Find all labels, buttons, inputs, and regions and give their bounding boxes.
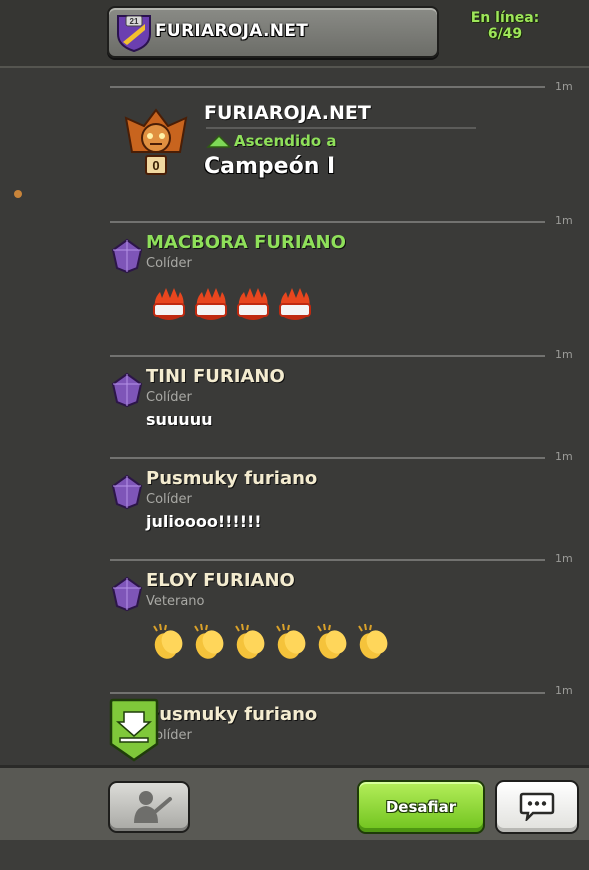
bottom-bar: Desafiar [0, 765, 589, 843]
timestamp: 1m [555, 214, 573, 227]
chat-message: MACBORA FURIANO Colíder [110, 232, 550, 352]
divider [110, 559, 545, 561]
gem-icon [111, 576, 143, 612]
arrow-up-icon [206, 134, 232, 148]
chat-log[interactable]: 1m 0 FURIAROJA.NET Ascendido a Campeón I… [0, 68, 589, 765]
clan-level: 21 [130, 17, 139, 26]
chat-button[interactable] [495, 780, 579, 834]
promotion-clan: FURIAROJA.NET [204, 102, 371, 124]
clapping-hands-emoji-icon [358, 623, 388, 659]
divider [110, 692, 545, 694]
divider [110, 457, 545, 459]
promotion-league: Campeón I [204, 154, 336, 179]
timestamp: 1m [555, 348, 573, 361]
fire-emoji-icon [195, 288, 227, 320]
league-number: 0 [152, 158, 159, 173]
promotion-line [206, 127, 476, 129]
message-role: Colíder [146, 256, 192, 271]
champion-league-icon: 0 [124, 108, 188, 175]
fire-emoji-icon [279, 288, 311, 320]
challenge-button[interactable]: Desafiar [357, 780, 485, 834]
clapping-hands-emoji-icon [276, 623, 306, 659]
message-emojis [150, 622, 392, 662]
message-text: suuuuu [146, 410, 213, 429]
clan-war-button[interactable] [108, 781, 190, 833]
top-bar: 21 FURIAROJA.NET En línea: 6/49 [0, 0, 589, 68]
gem-icon [111, 238, 143, 274]
message-emojis [150, 284, 314, 324]
chat-message: ELOY FURIANO Veterano [110, 570, 550, 690]
clapping-hands-emoji-icon [235, 623, 265, 659]
message-role: Veterano [146, 594, 205, 609]
promotion-status: Ascendido a [234, 132, 337, 150]
clan-name: FURIAROJA.NET [155, 21, 309, 41]
divider [110, 86, 545, 88]
message-author[interactable]: Pusmuky furiano [146, 468, 317, 489]
gem-icon [111, 474, 143, 510]
fire-emoji-icon [237, 288, 269, 320]
online-label: En línea: [470, 10, 540, 26]
message-role: Colíder [146, 390, 192, 405]
bottom-strip [0, 840, 589, 870]
divider [110, 355, 545, 357]
scroll-to-bottom-button[interactable] [108, 698, 160, 762]
message-text: juliοooo!!!!!! [146, 512, 262, 531]
divider [110, 221, 545, 223]
chat-message: TINI FURIANO Colíder suuuuu [110, 366, 550, 446]
warrior-icon [134, 791, 172, 823]
clan-badge-icon: 21 [117, 15, 151, 52]
chat-message: Pusmuky furiano Colíder juliοooo!!!!!! [110, 468, 550, 548]
clan-info-button[interactable]: 21 FURIAROJA.NET [107, 6, 439, 58]
message-author[interactable]: TINI FURIANO [146, 366, 285, 387]
timestamp: 1m [555, 450, 573, 463]
speech-bubble-icon [519, 792, 555, 821]
clapping-hands-emoji-icon [153, 623, 183, 659]
clapping-hands-emoji-icon [194, 623, 224, 659]
gem-icon [111, 372, 143, 408]
timestamp: 1m [555, 684, 573, 697]
message-author[interactable]: MACBORA FURIANO [146, 232, 346, 253]
promotion-event: 0 FURIAROJA.NET Ascendido a Campeón I [110, 100, 550, 210]
timestamp: 1m [555, 552, 573, 565]
message-author[interactable]: ELOY FURIANO [146, 570, 295, 591]
timestamp: 1m [555, 80, 573, 93]
message-author[interactable]: Pusmuky furiano [146, 704, 317, 725]
chat-message: Pusmuky furiano Colíder [110, 704, 550, 764]
message-role: Colíder [146, 492, 192, 507]
online-count: En línea: 6/49 [455, 10, 555, 42]
fire-emoji-icon [153, 288, 185, 320]
online-value: 6/49 [487, 26, 523, 42]
clapping-hands-emoji-icon [317, 623, 347, 659]
